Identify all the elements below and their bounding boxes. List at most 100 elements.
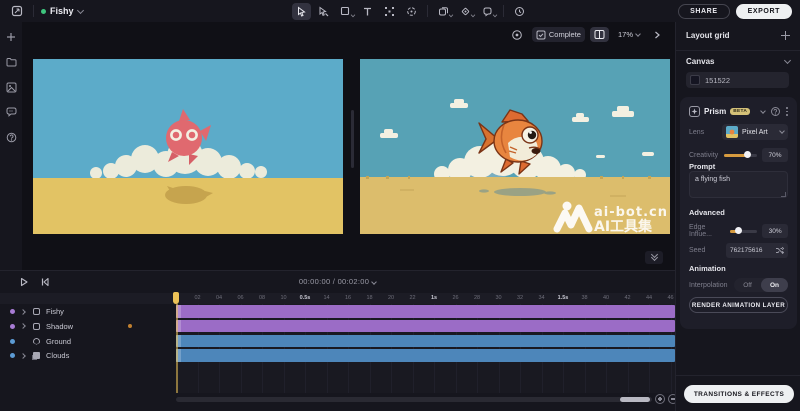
seed-input[interactable]: 762175616: [726, 243, 788, 258]
chevron-down-icon: [635, 31, 641, 37]
creativity-slider[interactable]: [724, 154, 757, 157]
export-button[interactable]: EXPORT: [736, 4, 792, 19]
canvas-color-field[interactable]: 151522: [686, 72, 789, 88]
edge-slider-knob[interactable]: [735, 227, 742, 234]
edge-influence-slider[interactable]: [730, 230, 758, 233]
layer-row-shadow[interactable]: Shadow: [0, 320, 176, 333]
text-tool[interactable]: [358, 3, 377, 20]
layers-tool-dropdown-icon[interactable]: [449, 12, 454, 17]
layer-expand-chevron[interactable]: [21, 310, 27, 314]
animation-frame-2[interactable]: ai-bot.cn AI工具集: [360, 59, 670, 234]
ruler-tick: 30: [491, 295, 507, 301]
project-name: Fishy: [50, 6, 74, 16]
onion-skin-icon[interactable]: [507, 27, 527, 42]
creativity-value-field[interactable]: 70%: [762, 148, 788, 162]
timeline-ruler[interactable]: 02040608100.5s14161820221s26283032341.5s…: [0, 293, 675, 304]
edge-influence-value-field[interactable]: 30%: [762, 224, 788, 238]
help-icon[interactable]: [4, 130, 18, 144]
layer-row-fishy[interactable]: Fishy: [0, 305, 176, 318]
keyframe-dot[interactable]: [128, 324, 132, 328]
layer-expand-chevron[interactable]: [21, 354, 27, 358]
layer-color-dot: [10, 309, 15, 314]
lens-thumbnail: [726, 126, 738, 138]
edge-influence-label: Edge Influe...: [689, 224, 730, 238]
transitions-effects-button[interactable]: TRANSITIONS & EFFECTS: [684, 385, 794, 403]
panel-toggle-icon[interactable]: [590, 27, 609, 42]
timeline-scrollbar-thumb[interactable]: [620, 397, 650, 402]
creativity-slider-knob[interactable]: [744, 151, 751, 158]
frame-tool-dropdown-icon[interactable]: [351, 12, 356, 17]
timeline-track-ground[interactable]: [176, 335, 675, 348]
time-display[interactable]: 00:00:00 / 00:02:00: [0, 277, 675, 286]
effects-tool-dropdown-icon[interactable]: [471, 12, 476, 17]
color-swatch[interactable]: [690, 75, 700, 85]
project-menu[interactable]: Fishy: [41, 6, 83, 16]
add-layout-grid-icon[interactable]: [781, 31, 790, 40]
layer-row-clouds[interactable]: Clouds: [0, 349, 176, 362]
ruler-tick: 06: [233, 295, 249, 301]
pane-scrollbar-handle[interactable]: [351, 110, 354, 168]
chevron-down-icon[interactable]: [760, 108, 766, 114]
layer-list: Fishy Shadow Ground Clouds: [0, 304, 176, 393]
animation-row: Animation: [689, 264, 788, 273]
seed-label: Seed: [689, 247, 705, 254]
layer-name: Ground: [46, 337, 71, 346]
prism-header[interactable]: Prism BETA: [689, 106, 788, 117]
lens-label: Lens: [689, 129, 704, 136]
interpolation-toggle: Off On: [734, 278, 788, 292]
timeline-track-clouds[interactable]: [176, 349, 675, 362]
track-area[interactable]: [176, 304, 675, 393]
layer-type-icon: [33, 323, 40, 330]
effects-tool[interactable]: [456, 3, 475, 20]
prompt-input[interactable]: a flying fish: [689, 171, 788, 198]
prism-menu-icon[interactable]: [786, 107, 788, 115]
collapse-panel-button[interactable]: [645, 251, 663, 264]
select-tool[interactable]: [292, 3, 311, 20]
layer-row-ground[interactable]: Ground: [0, 335, 176, 348]
topbar-actions: SHARE EXPORT: [678, 4, 792, 19]
node-select-tool[interactable]: [314, 3, 333, 20]
layers-tool[interactable]: [434, 3, 453, 20]
prompt-resize-grip[interactable]: [781, 192, 786, 197]
complete-button[interactable]: Complete: [532, 27, 585, 42]
creativity-label: Creativity: [689, 152, 718, 159]
layer-name: Shadow: [46, 322, 73, 331]
animation-label: Animation: [689, 264, 726, 273]
add-icon[interactable]: [4, 30, 18, 44]
ruler-tick: 42: [620, 295, 636, 301]
timeline-track-fishy[interactable]: [176, 305, 675, 318]
frame-tool[interactable]: [336, 3, 355, 20]
prism-help-icon[interactable]: [771, 107, 780, 116]
canvas-viewport[interactable]: Complete 17%: [22, 22, 675, 270]
history-tool[interactable]: [510, 3, 529, 20]
topbar-divider: [33, 5, 34, 17]
chevron-down-icon: [650, 254, 657, 261]
playhead-handle[interactable]: [173, 292, 179, 304]
assets-icon[interactable]: [4, 80, 18, 94]
transform-tool[interactable]: [380, 3, 399, 20]
lens-dropdown[interactable]: Pixel Art: [722, 124, 788, 140]
layer-expand-chevron[interactable]: [21, 324, 27, 328]
interpolation-on-option[interactable]: On: [761, 278, 788, 292]
render-animation-layer-button[interactable]: RENDER ANIMATION LAYER: [689, 297, 788, 313]
zoom-dropdown[interactable]: 17%: [614, 27, 644, 42]
comments-icon[interactable]: [4, 105, 18, 119]
next-frame-icon[interactable]: [649, 27, 665, 42]
interpolation-off-option[interactable]: Off: [734, 278, 761, 292]
share-button[interactable]: SHARE: [678, 4, 730, 19]
animation-frame-1[interactable]: [33, 59, 343, 234]
timeline-zoom-in-icon[interactable]: [655, 394, 665, 404]
ruler-tick: 38: [577, 295, 593, 301]
svg-text:AI工具集: AI工具集: [594, 218, 653, 234]
shuffle-icon[interactable]: [775, 246, 784, 255]
shape-tool-dropdown-icon[interactable]: [493, 12, 498, 17]
ruler-tick: 32: [512, 295, 528, 301]
shape-tool[interactable]: [478, 3, 497, 20]
timeline-scrollbar[interactable]: [176, 397, 652, 402]
app-logo-icon[interactable]: [8, 3, 26, 19]
timeline-track-shadow[interactable]: [176, 320, 675, 333]
rotate-tool[interactable]: [402, 3, 421, 20]
canvas-section-header[interactable]: Canvas: [686, 57, 790, 66]
right-sidebar: Layout grid Canvas 151522 Prism BETA: [675, 22, 800, 411]
folder-icon[interactable]: [4, 55, 18, 69]
